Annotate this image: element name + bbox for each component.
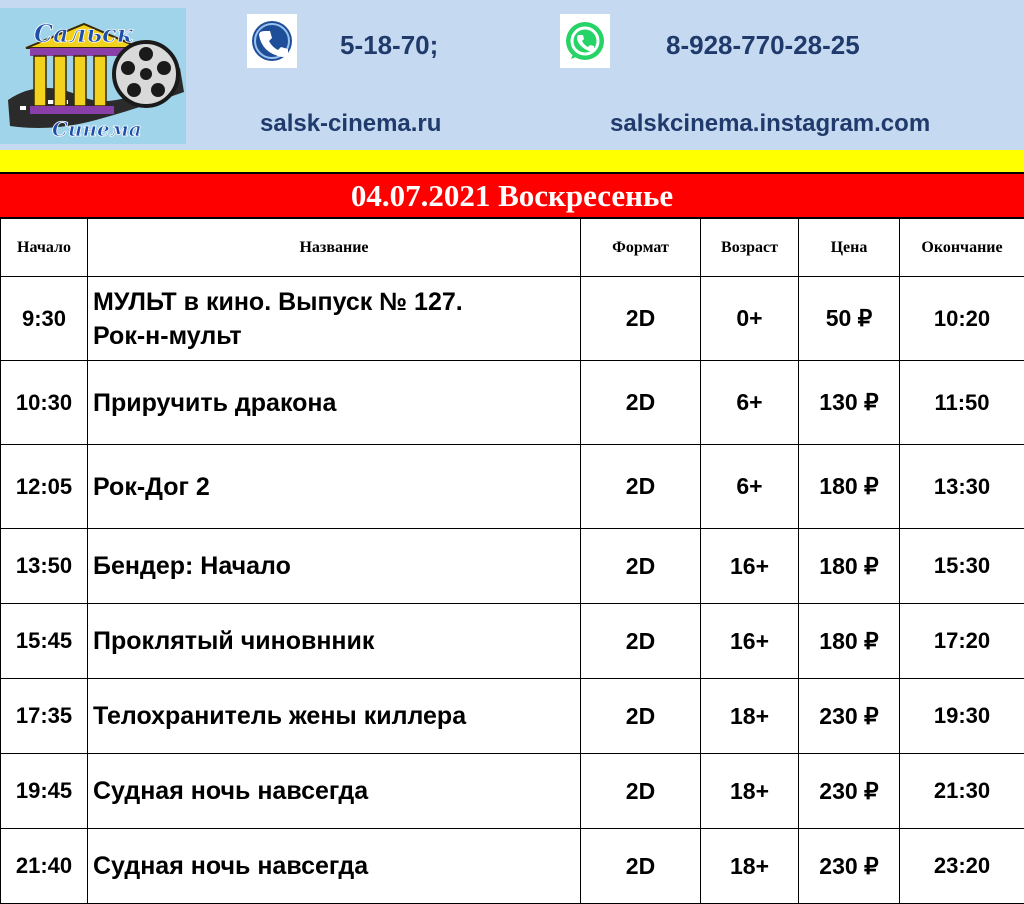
header-title: Название [88,219,581,277]
date-title: 04.07.2021 Воскресенье [351,178,673,214]
instagram-link[interactable]: salskcinema.instagram.com [610,110,930,138]
cell-title: Приручить дракона [88,361,581,445]
table-row: 9:30 МУЛЬТ в кино. Выпуск № 127. Рок-н-м… [1,277,1024,361]
cell-price: 180 ₽ [799,529,900,604]
cell-end: 19:30 [900,679,1024,754]
whatsapp-number[interactable]: 8-928-770-28-25 [666,30,860,61]
date-banner: 04.07.2021 Воскресенье [0,172,1024,218]
cell-start: 12:05 [1,445,88,529]
cell-start: 21:40 [1,829,88,904]
header-format: Формат [581,219,701,277]
cinema-logo-graphic: Сальск Синема [0,8,186,144]
cell-price: 230 ₽ [799,754,900,829]
website-link[interactable]: salsk-cinema.ru [260,110,441,138]
cell-price: 180 ₽ [799,604,900,679]
schedule-table: Начало Название Формат Возраст Цена Окон… [0,218,1024,904]
cell-title: Судная ночь навсегда [88,829,581,904]
cell-start: 10:30 [1,361,88,445]
cell-price: 130 ₽ [799,361,900,445]
whatsapp-icon [560,14,610,68]
cell-format: 2D [581,604,701,679]
cell-title: Судная ночь навсегда [88,754,581,829]
cell-format: 2D [581,829,701,904]
cell-price: 180 ₽ [799,445,900,529]
cell-end: 17:20 [900,604,1024,679]
cell-price: 50 ₽ [799,277,900,361]
cell-format: 2D [581,277,701,361]
cinema-logo: Сальск Синема [0,8,186,144]
table-row: 21:40 Судная ночь навсегда 2D 18+ 230 ₽ … [1,829,1024,904]
cell-end: 11:50 [900,361,1024,445]
header: Сальск Синема 5-18-70; 8-928-770-28-25 s… [0,0,1024,150]
header-price: Цена [799,219,900,277]
cell-age: 18+ [701,679,799,754]
cell-format: 2D [581,445,701,529]
cell-start: 17:35 [1,679,88,754]
cell-price: 230 ₽ [799,679,900,754]
cell-title: Проклятый чиновнник [88,604,581,679]
cell-title: Телохранитель жены киллера [88,679,581,754]
cell-start: 9:30 [1,277,88,361]
cell-end: 23:20 [900,829,1024,904]
cell-age: 0+ [701,277,799,361]
header-age: Возраст [701,219,799,277]
table-row: 10:30 Приручить дракона 2D 6+ 130 ₽ 11:5… [1,361,1024,445]
table-row: 17:35 Телохранитель жены киллера 2D 18+ … [1,679,1024,754]
table-row: 15:45 Проклятый чиновнник 2D 16+ 180 ₽ 1… [1,604,1024,679]
cell-price: 230 ₽ [799,829,900,904]
cell-title: МУЛЬТ в кино. Выпуск № 127. Рок-н-мульт [88,277,581,361]
table-header-row: Начало Название Формат Возраст Цена Окон… [1,219,1024,277]
cell-title: Рок-Дог 2 [88,445,581,529]
cell-format: 2D [581,361,701,445]
table-row: 19:45 Судная ночь навсегда 2D 18+ 230 ₽ … [1,754,1024,829]
cell-format: 2D [581,529,701,604]
title-line-2: Рок-н-мульт [93,319,580,353]
cell-end: 21:30 [900,754,1024,829]
logo-text-top: Сальск [34,19,134,48]
cell-age: 16+ [701,529,799,604]
logo-text-bottom: Синема [52,117,142,141]
header-start: Начало [1,219,88,277]
cell-age: 6+ [701,361,799,445]
cell-format: 2D [581,679,701,754]
cell-age: 16+ [701,604,799,679]
table-row: 12:05 Рок-Дог 2 2D 6+ 180 ₽ 13:30 [1,445,1024,529]
cell-start: 19:45 [1,754,88,829]
cell-age: 18+ [701,754,799,829]
phone-icon [247,14,297,68]
cell-start: 15:45 [1,604,88,679]
cell-end: 15:30 [900,529,1024,604]
header-end: Окончание [900,219,1024,277]
cell-end: 13:30 [900,445,1024,529]
cell-format: 2D [581,754,701,829]
cell-title: Бендер: Начало [88,529,581,604]
yellow-stripe [0,150,1024,172]
cell-start: 13:50 [1,529,88,604]
phone-number[interactable]: 5-18-70; [340,30,438,61]
table-row: 13:50 Бендер: Начало 2D 16+ 180 ₽ 15:30 [1,529,1024,604]
cell-end: 10:20 [900,277,1024,361]
title-line-1: МУЛЬТ в кино. Выпуск № 127. [93,285,580,319]
cell-age: 6+ [701,445,799,529]
cell-age: 18+ [701,829,799,904]
